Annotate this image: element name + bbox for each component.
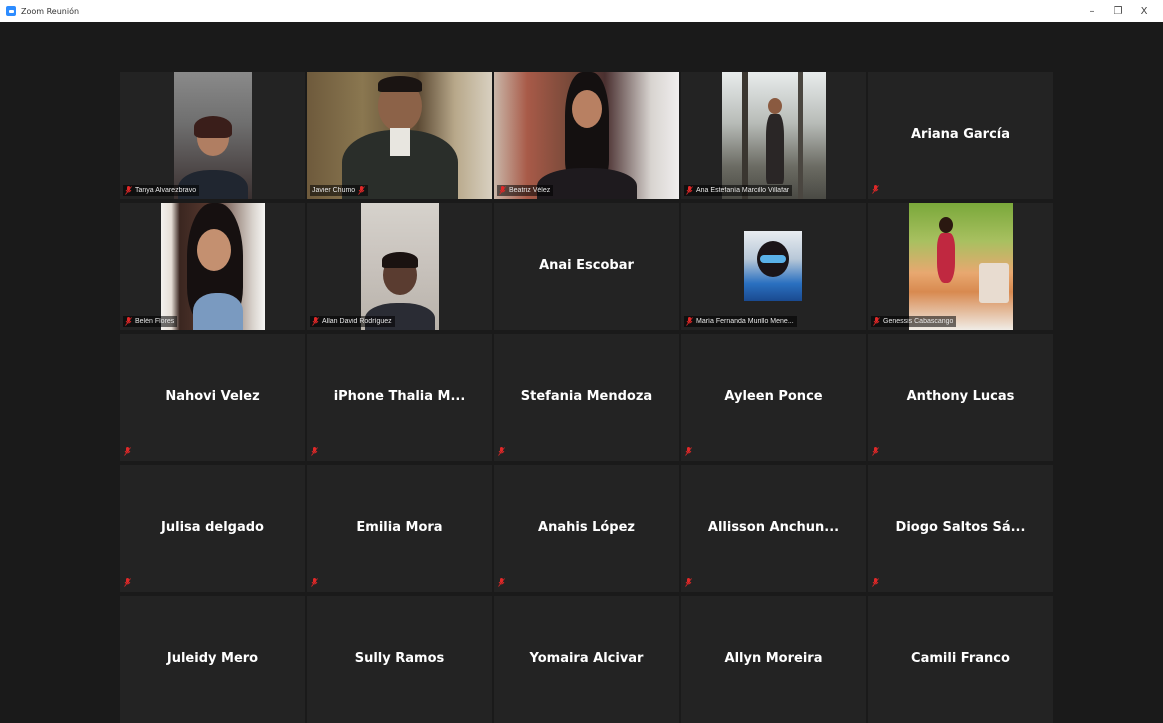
muted-mic-icon	[124, 578, 131, 587]
participant-name: Ana Estefanía Marcillo Villafar	[696, 187, 790, 194]
participant-label: Beatriz Vélez	[497, 185, 554, 196]
participant-video	[360, 203, 439, 330]
participant-video	[494, 72, 679, 199]
participant-tile[interactable]: Allyn Moreira	[681, 596, 866, 723]
muted-mic-icon	[498, 578, 505, 587]
participant-label: Tanya Alvarezbravo	[123, 185, 200, 196]
participant-tile[interactable]: Sully Ramos	[307, 596, 492, 723]
meeting-stage: Tanya Alvarezbravo Javier Chumo Beatriz …	[0, 22, 1163, 723]
muted-mic-icon	[686, 186, 693, 195]
participant-label: Belén Flores	[123, 316, 178, 327]
participant-name: Ariana García	[910, 126, 1011, 142]
participant-tile[interactable]: Tanya Alvarezbravo	[120, 72, 305, 199]
participant-tile[interactable]: Diogo Saltos Sá...	[868, 465, 1053, 592]
participant-tile[interactable]: Juleidy Mero	[120, 596, 305, 723]
participant-tile[interactable]: iPhone Thalia M...	[307, 334, 492, 461]
muted-mic-icon	[125, 186, 132, 195]
muted-mic-icon	[311, 447, 318, 456]
participant-name: Allyn Moreira	[724, 650, 823, 666]
participant-label: Ana Estefanía Marcillo Villafar	[684, 185, 793, 196]
gallery-grid: Tanya Alvarezbravo Javier Chumo Beatriz …	[120, 72, 1053, 723]
participant-tile[interactable]: Anahis López	[494, 465, 679, 592]
muted-mic-icon	[872, 578, 879, 587]
participant-name: Juleidy Mero	[166, 650, 259, 666]
participant-name: Tanya Alvarezbravo	[135, 187, 197, 194]
participant-name: Allan David Rodríguez	[322, 318, 392, 325]
participant-name: Allisson Anchun...	[707, 519, 840, 535]
muted-mic-icon	[312, 317, 319, 326]
participant-tile[interactable]: Ayleen Ponce	[681, 334, 866, 461]
participant-tile[interactable]: Anai Escobar	[494, 203, 679, 330]
muted-mic-icon	[498, 447, 505, 456]
participant-name: Anthony Lucas	[906, 388, 1015, 404]
participant-name: Emilia Mora	[356, 519, 443, 535]
muted-mic-icon	[311, 578, 318, 587]
participant-tile[interactable]: Camili Franco	[868, 596, 1053, 723]
participant-name: Beatriz Vélez	[509, 187, 551, 194]
muted-mic-icon	[872, 185, 879, 194]
participant-tile[interactable]: Emilia Mora	[307, 465, 492, 592]
participant-label: Javier Chumo	[310, 185, 369, 196]
participant-tile[interactable]: Beatriz Vélez	[494, 72, 679, 199]
participant-name: María Fernanda Murillo Mene...	[696, 318, 794, 325]
participant-video	[744, 231, 802, 301]
muted-mic-icon	[685, 578, 692, 587]
muted-mic-icon	[124, 447, 131, 456]
participant-tile-active-speaker[interactable]: Javier Chumo	[307, 72, 492, 199]
restore-button[interactable]: ❐	[1107, 6, 1129, 17]
minimize-button[interactable]: –	[1081, 6, 1103, 17]
participant-tile[interactable]: Stefania Mendoza	[494, 334, 679, 461]
participant-tile[interactable]: Allan David Rodríguez	[307, 203, 492, 330]
participant-name: Stefania Mendoza	[520, 388, 653, 404]
muted-mic-icon	[685, 447, 692, 456]
participant-name: Javier Chumo	[312, 187, 356, 194]
participant-tile[interactable]: Nahovi Velez	[120, 334, 305, 461]
participant-tile[interactable]: María Fernanda Murillo Mene...	[681, 203, 866, 330]
participant-name: Nahovi Velez	[165, 388, 260, 404]
participant-video	[173, 72, 252, 199]
participant-name: Genessis Cabascango	[883, 318, 954, 325]
close-button[interactable]: X	[1133, 6, 1155, 17]
participant-video	[160, 203, 265, 330]
muted-mic-icon	[358, 186, 366, 195]
participant-name: Anai Escobar	[539, 257, 634, 273]
participant-video	[908, 203, 1013, 330]
title-bar: Zoom Reunión – ❐ X	[0, 0, 1163, 22]
participant-tile[interactable]: Anthony Lucas	[868, 334, 1053, 461]
participant-video	[721, 72, 826, 199]
participant-name: Ayleen Ponce	[724, 388, 823, 404]
participant-tile[interactable]: Ana Estefanía Marcillo Villafar	[681, 72, 866, 199]
window-controls: – ❐ X	[1077, 0, 1155, 22]
participant-tile[interactable]: Yomaira Alcivar	[494, 596, 679, 723]
participant-label: Genessis Cabascango	[871, 316, 957, 327]
participant-tile[interactable]: Belén Flores	[120, 203, 305, 330]
participant-tile[interactable]: Julisa delgado	[120, 465, 305, 592]
participant-name: Diogo Saltos Sá...	[895, 519, 1026, 535]
participant-name: Camili Franco	[911, 650, 1010, 666]
muted-mic-icon	[125, 317, 132, 326]
participant-tile[interactable]: Allisson Anchun...	[681, 465, 866, 592]
muted-mic-icon	[499, 186, 506, 195]
participant-tile[interactable]: Genessis Cabascango	[868, 203, 1053, 330]
participant-label: María Fernanda Murillo Mene...	[684, 316, 797, 327]
muted-mic-icon	[686, 317, 693, 326]
participant-name: Sully Ramos	[354, 650, 445, 666]
muted-mic-icon	[873, 317, 880, 326]
zoom-app-icon	[6, 6, 16, 16]
participant-name: iPhone Thalia M...	[333, 388, 466, 404]
participant-tile[interactable]: Ariana García	[868, 72, 1053, 199]
participant-label: Allan David Rodríguez	[310, 316, 395, 327]
window-title: Zoom Reunión	[21, 6, 80, 16]
muted-mic-icon	[872, 447, 879, 456]
participant-name: Anahis López	[538, 519, 635, 535]
participant-name: Belén Flores	[135, 318, 175, 325]
participant-name: Julisa delgado	[161, 519, 264, 535]
participant-video	[307, 72, 492, 199]
participant-name: Yomaira Alcivar	[529, 650, 644, 666]
